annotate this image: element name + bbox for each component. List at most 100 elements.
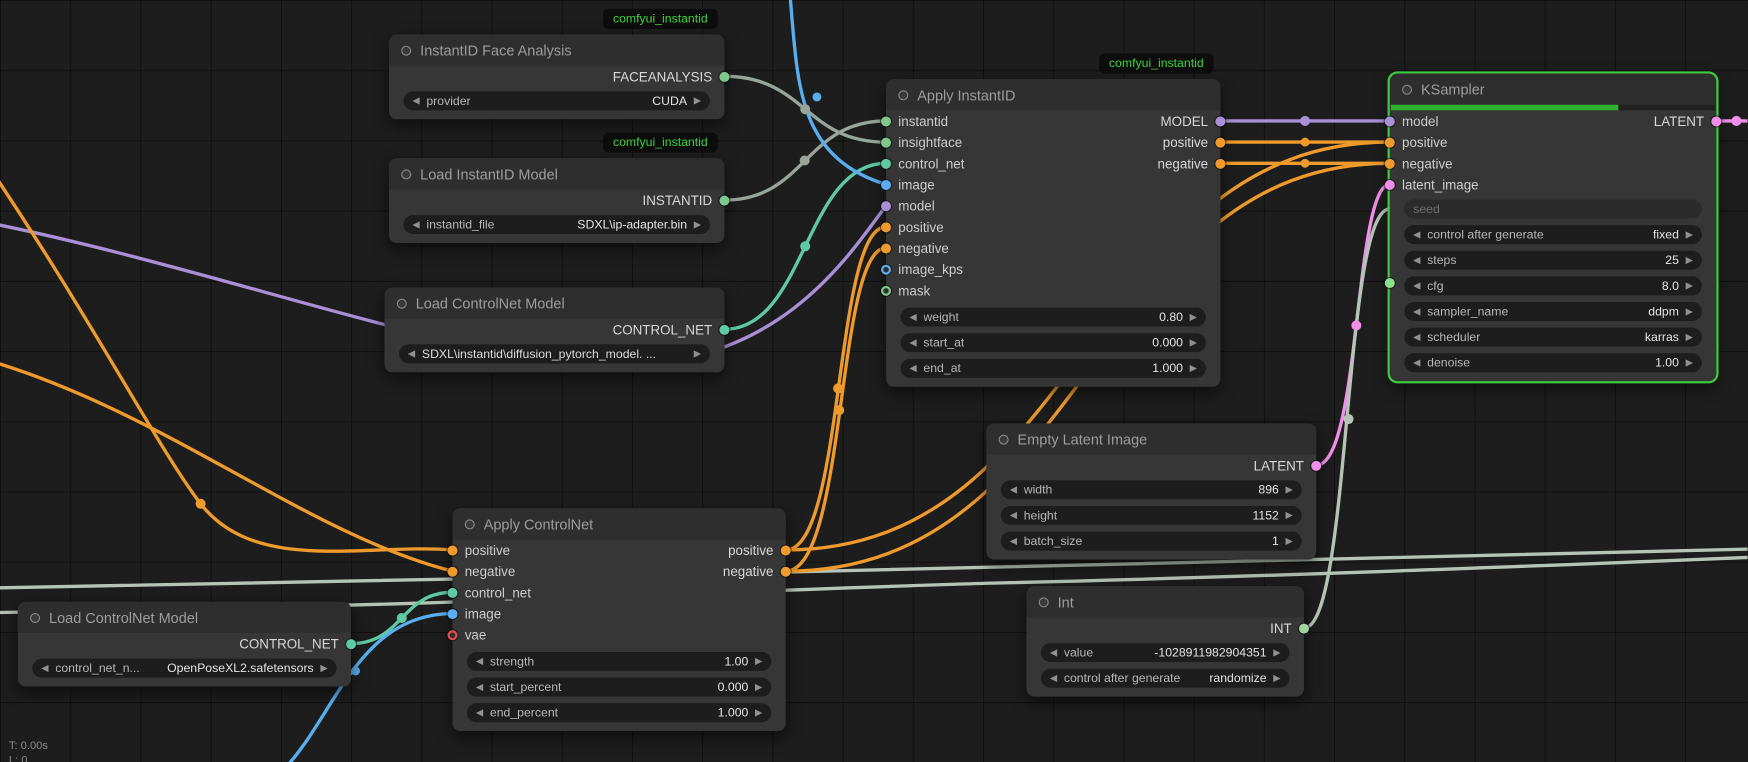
link-midpoint-dot[interactable] bbox=[812, 93, 821, 102]
widget-left-arrow-icon[interactable]: ◀ bbox=[1010, 484, 1017, 496]
input-socket-image-kps[interactable] bbox=[881, 264, 891, 274]
widget-batch-size[interactable]: ◀ batch_size 1 ▶ bbox=[1001, 532, 1302, 551]
input-socket-image[interactable] bbox=[881, 179, 891, 189]
input-socket-model[interactable] bbox=[1385, 116, 1395, 126]
widget-denoise[interactable]: ◀ denoise 1.00 ▶ bbox=[1404, 353, 1702, 372]
widget-left-arrow-icon[interactable]: ◀ bbox=[1050, 646, 1057, 658]
widget-right-arrow-icon[interactable]: ▶ bbox=[1686, 254, 1693, 266]
widget-right-arrow-icon[interactable]: ▶ bbox=[694, 348, 701, 360]
widget-width[interactable]: ◀ width 896 ▶ bbox=[1001, 480, 1302, 499]
widget-right-arrow-icon[interactable]: ▶ bbox=[1686, 228, 1693, 240]
input-socket-mask[interactable] bbox=[881, 285, 891, 295]
link-midpoint-dot[interactable] bbox=[351, 666, 360, 675]
widget-right-arrow-icon[interactable]: ▶ bbox=[1190, 311, 1197, 323]
widget-left-arrow-icon[interactable]: ◀ bbox=[476, 655, 483, 667]
node-load-controlnet-model-top[interactable]: Load ControlNet Model CONTROL_NET ◀ SDXL… bbox=[385, 288, 725, 373]
widget-left-arrow-icon[interactable]: ◀ bbox=[909, 362, 916, 374]
widget-start-percent[interactable]: ◀ start_percent 0.000 ▶ bbox=[467, 678, 771, 697]
widget-cfg[interactable]: ◀ cfg 8.0 ▶ bbox=[1404, 276, 1702, 295]
widget-right-arrow-icon[interactable]: ▶ bbox=[694, 218, 701, 230]
input-socket-positive[interactable] bbox=[1385, 137, 1395, 147]
output-socket-positive[interactable] bbox=[1215, 137, 1225, 147]
node-title-bar[interactable]: Load InstantID Model bbox=[389, 158, 724, 189]
node-instantid-face-analysis[interactable]: InstantID Face Analysis FACEANALYSIS ◀ p… bbox=[389, 35, 724, 120]
link-midpoint-dot[interactable] bbox=[1301, 159, 1310, 168]
widget-left-arrow-icon[interactable]: ◀ bbox=[476, 681, 483, 693]
link-midpoint-dot[interactable] bbox=[800, 241, 810, 251]
collapse-dot-icon[interactable] bbox=[999, 434, 1009, 444]
widget-control-net-name[interactable]: ◀ control_net_n... OpenPoseXL2.safetenso… bbox=[32, 659, 336, 678]
collapse-dot-icon[interactable] bbox=[1039, 597, 1049, 607]
widget-left-arrow-icon[interactable]: ◀ bbox=[41, 662, 48, 674]
widget-right-arrow-icon[interactable]: ▶ bbox=[1273, 672, 1280, 684]
widget-right-arrow-icon[interactable]: ▶ bbox=[1190, 362, 1197, 374]
widget-left-arrow-icon[interactable]: ◀ bbox=[1010, 509, 1017, 521]
widget-right-arrow-icon[interactable]: ▶ bbox=[1286, 509, 1293, 521]
link-midpoint-dot[interactable] bbox=[833, 383, 843, 393]
link-midpoint-dot[interactable] bbox=[834, 405, 844, 415]
widget-provider[interactable]: ◀ provider CUDA ▶ bbox=[403, 91, 709, 110]
node-apply-controlnet[interactable]: Apply ControlNet positive positive negat… bbox=[452, 508, 785, 731]
widget-right-arrow-icon[interactable]: ▶ bbox=[1686, 280, 1693, 292]
widget-scheduler[interactable]: ◀ scheduler karras ▶ bbox=[1404, 328, 1702, 347]
widget-left-arrow-icon[interactable]: ◀ bbox=[1050, 672, 1057, 684]
collapse-dot-icon[interactable] bbox=[401, 45, 411, 55]
collapse-dot-icon[interactable] bbox=[30, 612, 40, 622]
input-socket-positive[interactable] bbox=[447, 545, 457, 555]
widget-start-at[interactable]: ◀ start_at 0.000 ▶ bbox=[901, 333, 1206, 352]
node-empty-latent-image[interactable]: Empty Latent Image LATENT ◀ width 896 ▶ … bbox=[986, 424, 1316, 560]
widget-control-net-name[interactable]: ◀ SDXL\instantid\diffusion_pytorch_model… bbox=[399, 344, 710, 363]
input-socket-model[interactable] bbox=[881, 201, 891, 211]
widget-right-arrow-icon[interactable]: ▶ bbox=[755, 707, 762, 719]
input-socket-negative[interactable] bbox=[447, 566, 457, 576]
widget-left-arrow-icon[interactable]: ◀ bbox=[1413, 254, 1420, 266]
widget-steps[interactable]: ◀ steps 25 ▶ bbox=[1404, 251, 1702, 270]
output-socket-positive[interactable] bbox=[781, 545, 791, 555]
collapse-dot-icon[interactable] bbox=[898, 90, 908, 100]
input-socket-negative[interactable] bbox=[1385, 158, 1395, 168]
output-socket-latent[interactable] bbox=[1711, 116, 1721, 126]
widget-left-arrow-icon[interactable]: ◀ bbox=[1413, 228, 1420, 240]
widget-value[interactable]: ◀ value -1028911982904351 ▶ bbox=[1041, 643, 1290, 662]
input-socket-vae[interactable] bbox=[447, 630, 457, 640]
collapse-dot-icon[interactable] bbox=[1402, 84, 1412, 94]
widget-right-arrow-icon[interactable]: ▶ bbox=[1273, 646, 1280, 658]
link-midpoint-dot[interactable] bbox=[1344, 414, 1354, 424]
widget-left-arrow-icon[interactable]: ◀ bbox=[909, 337, 916, 349]
widget-sampler-name[interactable]: ◀ sampler_name ddpm ▶ bbox=[1404, 302, 1702, 321]
widget-weight[interactable]: ◀ weight 0.80 ▶ bbox=[901, 308, 1206, 327]
widget-right-arrow-icon[interactable]: ▶ bbox=[755, 681, 762, 693]
output-socket-negative[interactable] bbox=[1215, 158, 1225, 168]
node-load-controlnet-model-bottom[interactable]: Load ControlNet Model CONTROL_NET ◀ cont… bbox=[18, 602, 351, 687]
node-int[interactable]: Int INT ◀ value -1028911982904351 ▶ ◀ co… bbox=[1026, 586, 1304, 696]
widget-left-arrow-icon[interactable]: ◀ bbox=[408, 348, 415, 360]
link-midpoint-dot[interactable] bbox=[1351, 320, 1361, 330]
widget-left-arrow-icon[interactable]: ◀ bbox=[412, 218, 419, 230]
widget-left-arrow-icon[interactable]: ◀ bbox=[1413, 357, 1420, 369]
widget-strength[interactable]: ◀ strength 1.00 ▶ bbox=[467, 652, 771, 671]
link-midpoint-dot[interactable] bbox=[1300, 116, 1310, 126]
widget-left-arrow-icon[interactable]: ◀ bbox=[1010, 535, 1017, 547]
widget-left-arrow-icon[interactable]: ◀ bbox=[909, 311, 916, 323]
node-load-instantid-model[interactable]: Load InstantID Model INSTANTID ◀ instant… bbox=[389, 158, 724, 243]
node-title-bar[interactable]: Apply ControlNet bbox=[452, 508, 785, 539]
link-midpoint-dot[interactable] bbox=[1301, 138, 1310, 147]
link-midpoint-dot[interactable] bbox=[196, 499, 206, 509]
output-socket-control-net[interactable] bbox=[719, 324, 729, 334]
widget-left-arrow-icon[interactable]: ◀ bbox=[1413, 305, 1420, 317]
graph-canvas[interactable]: comfyui_instantid comfyui_instantid comf… bbox=[0, 0, 1748, 762]
link-midpoint-dot[interactable] bbox=[397, 613, 407, 623]
widget-height[interactable]: ◀ height 1152 ▶ bbox=[1001, 506, 1302, 525]
input-socket-control-net[interactable] bbox=[881, 158, 891, 168]
input-socket-seed[interactable] bbox=[1385, 278, 1395, 288]
widget-right-arrow-icon[interactable]: ▶ bbox=[320, 662, 327, 674]
node-title-bar[interactable]: Load ControlNet Model bbox=[385, 288, 725, 319]
output-socket-negative[interactable] bbox=[781, 566, 791, 576]
input-socket-image[interactable] bbox=[447, 609, 457, 619]
widget-right-arrow-icon[interactable]: ▶ bbox=[1286, 535, 1293, 547]
widget-right-arrow-icon[interactable]: ▶ bbox=[1286, 484, 1293, 496]
widget-right-arrow-icon[interactable]: ▶ bbox=[1686, 331, 1693, 343]
input-socket-latent-image[interactable] bbox=[1385, 179, 1395, 189]
output-socket-model[interactable] bbox=[1215, 116, 1225, 126]
node-title-bar[interactable]: Int bbox=[1026, 586, 1304, 617]
